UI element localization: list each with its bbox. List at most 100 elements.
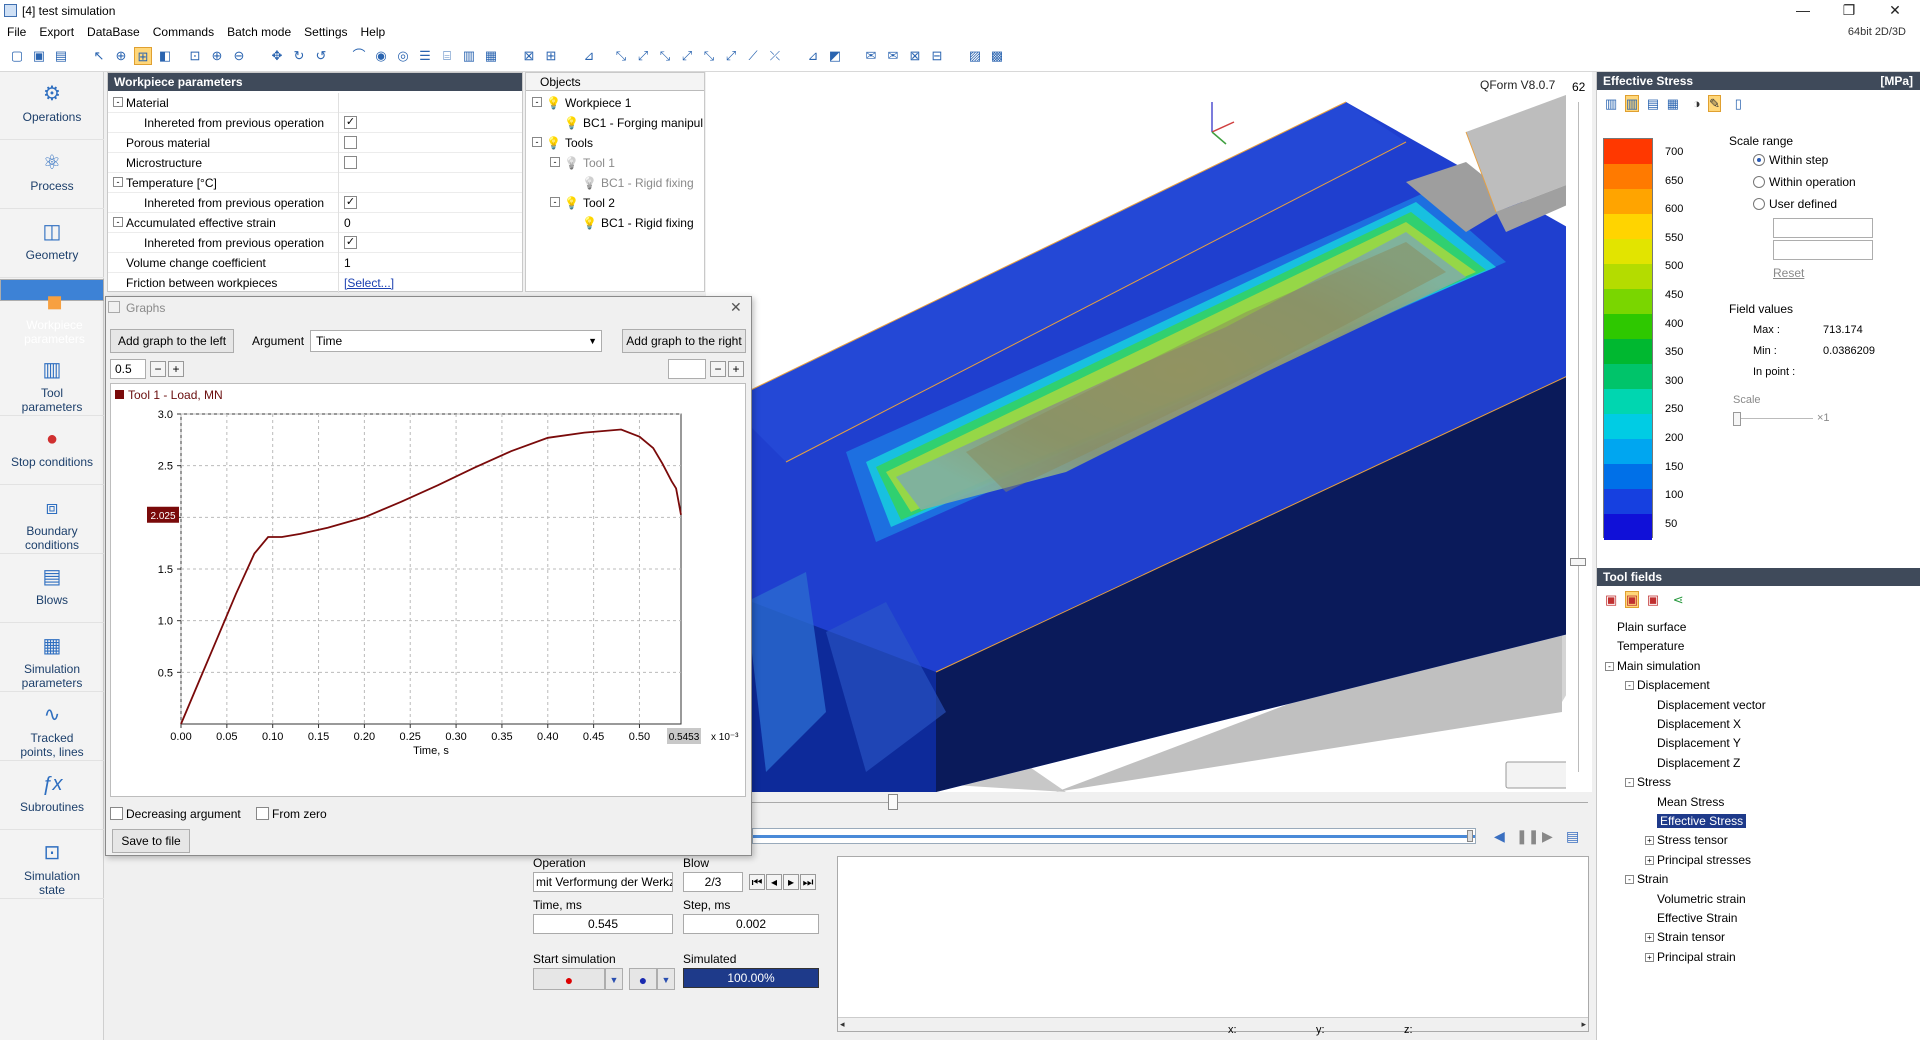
material-icon[interactable]: ▥ [460, 47, 478, 65]
bulb-icon[interactable]: 💡 [582, 216, 597, 230]
tool-view-selected-icon[interactable]: ▣ [1624, 591, 1640, 608]
playback-track[interactable] [752, 828, 1476, 844]
minimize-button[interactable]: — [1780, 0, 1826, 22]
bulb-icon[interactable]: 💡 [546, 96, 561, 110]
maximize-button[interactable]: ❐ [1826, 0, 1872, 22]
mesh-icon[interactable]: ⊞ [542, 47, 560, 65]
tool-field-item[interactable]: Displacement Z [1657, 756, 1740, 770]
save-icon[interactable]: ▤ [52, 47, 70, 65]
layers-icon[interactable]: ☰ [416, 47, 434, 65]
nav-simulation-state[interactable]: ⊡ Simulation state [0, 831, 104, 899]
share-icon[interactable]: ⋖ [1673, 592, 1684, 607]
scale-min-input[interactable] [1773, 240, 1873, 260]
tree-expander-icon[interactable]: + [1645, 855, 1654, 865]
settings-icon[interactable]: ▤ [1566, 828, 1579, 845]
argument-select[interactable]: Time ▼ [310, 330, 602, 352]
bulb-icon[interactable]: 💡 [564, 196, 579, 210]
property-row[interactable]: Inhereted from previous operation ✓ [108, 193, 522, 213]
viewport-scale-slider[interactable]: 62 [1566, 72, 1592, 792]
tree-expander-icon[interactable]: + [1645, 836, 1654, 846]
collapse-icon[interactable]: - [113, 177, 123, 187]
right-axis-step-input[interactable] [668, 359, 706, 379]
menu-batch-mode[interactable]: Batch mode [220, 22, 297, 39]
box-icon[interactable]: ◧ [156, 47, 174, 65]
palette-selected-icon[interactable]: ▥ [1624, 95, 1640, 112]
left-minus-button[interactable]: − [150, 361, 166, 377]
bulb-icon[interactable]: 💡 [564, 156, 579, 170]
menu-file[interactable]: File [0, 22, 32, 39]
tool-field-item[interactable]: Principal stresses [1657, 853, 1751, 867]
select-mode-icon[interactable]: ⊞ [134, 47, 152, 65]
zoom-window-icon[interactable]: ⊡ [186, 47, 204, 65]
open-icon[interactable]: ▣ [30, 47, 48, 65]
tree-expander-icon[interactable]: - [1625, 875, 1634, 885]
last-blow-button[interactable]: ⏭ [800, 874, 816, 890]
property-checkbox[interactable]: ✓ [344, 196, 357, 209]
collapse-icon[interactable]: - [113, 217, 123, 227]
property-row[interactable]: Friction between workpieces [Select...] [108, 273, 522, 293]
tool-field-item[interactable]: Strain [1637, 872, 1668, 886]
nav-stop-conditions[interactable]: ● Stop conditions [0, 417, 104, 485]
nav-subroutines[interactable]: ƒx Subroutines [0, 762, 104, 830]
axis-xy-icon[interactable]: ⤢ [678, 47, 696, 65]
tool-field-item[interactable]: Volumetric strain [1657, 892, 1746, 906]
tree-expander-icon[interactable]: + [1645, 933, 1654, 943]
rotate-icon[interactable]: ↻ [290, 47, 308, 65]
fit-icon[interactable]: ⊕ [112, 47, 130, 65]
add-graph-right-button[interactable]: Add graph to the right [622, 329, 746, 353]
tool-field-item[interactable]: Displacement Y [1657, 736, 1741, 750]
tool-field-item[interactable]: Displacement [1637, 678, 1710, 692]
collapse-icon[interactable]: - [113, 97, 123, 107]
export-image-icon[interactable]: ⊠ [906, 47, 924, 65]
axis-z-icon[interactable]: ⤡ [656, 47, 674, 65]
report-icon[interactable]: ▩ [988, 47, 1006, 65]
start-simulation-button[interactable]: ● [533, 968, 605, 990]
friction-select-link[interactable]: [Select...] [344, 276, 394, 290]
property-row[interactable]: Inhereted from previous operation ✓ [108, 233, 522, 253]
within-step-radio[interactable] [1753, 154, 1765, 166]
scale-slider-thumb[interactable] [1733, 412, 1741, 426]
tree-expander-icon[interactable]: - [1625, 681, 1634, 691]
pan-icon[interactable]: ✥ [268, 47, 286, 65]
axis-x-icon[interactable]: ⤡ [612, 47, 630, 65]
user-defined-radio[interactable] [1753, 198, 1765, 210]
left-axis-step-input[interactable]: 0.5 [110, 359, 146, 379]
axis-y-icon[interactable]: ⤢ [634, 47, 652, 65]
nav-boundary-conditions[interactable]: ⧈ Boundary conditions [0, 486, 104, 554]
tool-view-alt-icon[interactable]: ▣ [1647, 592, 1659, 607]
zoom-out-icon[interactable]: ⊖ [230, 47, 248, 65]
nav-tracked-points[interactable]: ∿ Tracked points, lines [0, 693, 104, 761]
tool-field-item[interactable]: Displacement X [1657, 717, 1741, 731]
property-checkbox[interactable]: ✓ [344, 236, 357, 249]
collapse-icon[interactable]: - [550, 157, 560, 167]
prev-blow-button[interactable]: ◂ [766, 874, 782, 890]
axes-icon[interactable]: ⊿ [580, 47, 598, 65]
contrast-icon[interactable]: ◑ [1693, 96, 1701, 111]
cursor-icon[interactable]: ↖ [90, 47, 108, 65]
measure-icon[interactable]: ⊿ [804, 47, 822, 65]
envelope-icon[interactable]: ✉ [862, 47, 880, 65]
pause-icon[interactable]: ❚❚ [1516, 828, 1539, 845]
object-item[interactable]: 💡 Workpiece 1 [546, 96, 631, 110]
play-back-icon[interactable]: ◀ [1494, 828, 1505, 845]
from-zero-checkbox[interactable] [256, 807, 269, 820]
bulb-icon[interactable]: 💡 [582, 176, 597, 190]
object-item[interactable]: 💡 BC1 - Forging manipul [564, 116, 703, 130]
video-icon[interactable]: ⊟ [928, 47, 946, 65]
play-forward-icon[interactable]: ▶ [1542, 828, 1553, 845]
first-blow-button[interactable]: ⏮ [749, 874, 765, 890]
scale-max-input[interactable] [1773, 218, 1873, 238]
start-dropdown[interactable]: ▼ [605, 968, 623, 990]
nav-operations[interactable]: ⚙ Operations [0, 72, 104, 140]
option-dropdown[interactable]: ▼ [657, 968, 675, 990]
property-row[interactable]: Microstructure [108, 153, 522, 173]
time-slider-thumb[interactable] [888, 794, 898, 810]
time-slider[interactable] [752, 794, 1588, 820]
zoom-in-icon[interactable]: ⊕ [208, 47, 226, 65]
menu-settings[interactable]: Settings [297, 22, 353, 39]
tool-field-item[interactable]: Main simulation [1617, 659, 1700, 673]
iso-icon[interactable]: ⟋ [744, 47, 762, 65]
property-row[interactable]: - Material [108, 93, 522, 113]
reset-link[interactable]: Reset [1773, 266, 1804, 280]
nav-tool-parameters[interactable]: ▥ Tool parameters [0, 348, 104, 416]
